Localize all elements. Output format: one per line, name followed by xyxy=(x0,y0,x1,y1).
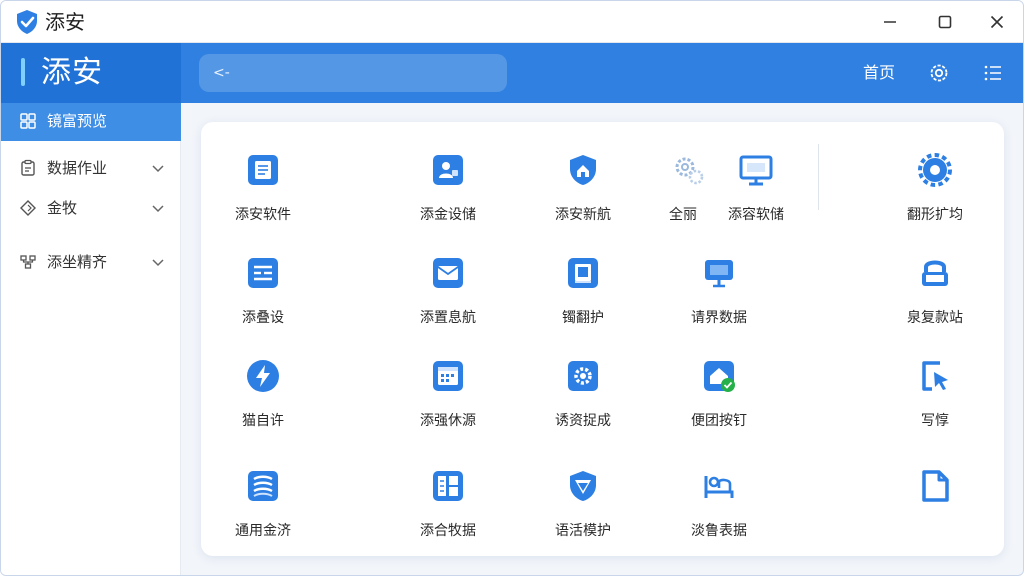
tile-label: 添金设储 xyxy=(420,207,476,223)
tile-label: 诱资捉成 xyxy=(555,413,611,429)
app-header: 添安 <- 首页 xyxy=(1,43,1023,103)
minimize-icon xyxy=(884,21,896,23)
tile-label: 添强休源 xyxy=(420,413,476,429)
settings-icon xyxy=(568,361,598,391)
file-icon xyxy=(922,470,949,502)
brand-name: 添安 xyxy=(41,55,103,90)
tile-app-general[interactable]: 通用金济 xyxy=(203,450,323,546)
sidebar-item-label: 数据作业 xyxy=(47,159,108,177)
sidebar-item-label: 添坐精齐 xyxy=(47,253,108,271)
sidebar: 镜富预览 数据作业 金牧 添坐精齐 xyxy=(1,103,181,575)
app-grid-panel: 添安软件 添金设储 添安新航 全丽 添容软储 翻形扩均 添叠设 添置息航 镯翻护… xyxy=(201,122,1004,556)
close-button[interactable] xyxy=(982,7,1012,37)
diamond-icon xyxy=(20,200,36,216)
gear-icon xyxy=(918,153,952,187)
tile-app-expand[interactable]: 翻形扩均 xyxy=(875,134,995,230)
tile-label: 添安新航 xyxy=(555,207,611,223)
tile-label: 泉复款站 xyxy=(907,310,963,326)
table-icon xyxy=(433,471,463,501)
tile-app-report[interactable]: 淡鲁表据 xyxy=(659,450,779,546)
sidebar-item-gold[interactable]: 金牧 xyxy=(1,190,181,226)
lock-icon xyxy=(922,260,948,286)
tile-app-view-data[interactable]: 请界数据 xyxy=(659,237,779,333)
tile-label: 语活模护 xyxy=(555,523,611,539)
shield-down-icon xyxy=(570,471,596,501)
clipboard-icon xyxy=(21,159,35,176)
tile-app-guard[interactable]: 语活模护 xyxy=(523,450,643,546)
sidebar-item-data-jobs[interactable]: 数据作业 xyxy=(1,150,181,186)
tile-label: 淡鲁表据 xyxy=(691,523,747,539)
home-check-icon xyxy=(704,361,735,392)
book-icon xyxy=(568,258,598,288)
tile-app-storage[interactable]: 添容软储 xyxy=(696,134,816,230)
mail-icon xyxy=(433,258,463,288)
tile-label: 添安软件 xyxy=(235,207,291,223)
tile-app-file[interactable] xyxy=(875,450,995,546)
tile-app-write[interactable]: 写惇 xyxy=(875,340,995,436)
lightning-icon xyxy=(247,360,279,392)
sidebar-item-structure[interactable]: 添坐精齐 xyxy=(1,244,181,280)
calendar-icon xyxy=(433,361,463,391)
tile-app-quick[interactable]: 猫自许 xyxy=(203,340,323,436)
window-title: 添安 xyxy=(45,10,85,34)
shield-home-icon xyxy=(570,155,596,185)
brand-accent-bar xyxy=(21,58,25,86)
tile-label: 添合牧据 xyxy=(420,523,476,539)
tile-app-devices[interactable]: 添金设储 xyxy=(388,134,508,230)
user-card-icon xyxy=(433,155,463,185)
app-window: 添安 添安 <- 首页 镜富预览 数据作业 金牧 添坐精齐 添安软件 添金设储 … xyxy=(0,0,1024,576)
tile-app-navigation[interactable]: 添安新航 xyxy=(523,134,643,230)
tile-label: 猫自许 xyxy=(242,413,284,429)
divider xyxy=(818,144,819,210)
sidebar-item-label: 镜富预览 xyxy=(47,112,108,130)
structure-icon xyxy=(20,255,36,269)
list-icon xyxy=(248,258,278,288)
tile-app-software[interactable]: 添安软件 xyxy=(203,134,323,230)
title-bar: 添安 xyxy=(1,1,1023,43)
tile-label: 添容软储 xyxy=(728,207,784,223)
tile-app-messages[interactable]: 添置息航 xyxy=(388,237,508,333)
tile-label: 翻形扩均 xyxy=(907,207,963,223)
settings-gear-icon[interactable] xyxy=(926,60,952,86)
sidebar-item-label: 金牧 xyxy=(47,199,78,217)
tile-label: 添叠设 xyxy=(242,310,284,326)
chevron-down-icon xyxy=(152,205,164,213)
tile-label: 请界数据 xyxy=(691,310,747,326)
tile-label: 便团按钉 xyxy=(691,413,747,429)
cursor-icon xyxy=(922,361,948,391)
maximize-button[interactable] xyxy=(930,7,960,37)
tile-app-protect[interactable]: 镯翻护 xyxy=(523,237,643,333)
tile-app-combine[interactable]: 添合牧据 xyxy=(388,450,508,546)
chevron-down-icon xyxy=(152,259,164,267)
sidebar-item-overview[interactable]: 镜富预览 xyxy=(1,103,181,141)
tile-label: 通用金济 xyxy=(235,523,291,539)
menu-list-icon[interactable] xyxy=(980,60,1006,86)
chevron-down-icon xyxy=(152,165,164,173)
shield-check-logo-icon xyxy=(17,10,37,34)
tile-app-config[interactable]: 诱资捉成 xyxy=(523,340,643,436)
document-icon xyxy=(248,155,278,185)
tile-app-resources[interactable]: 添强休源 xyxy=(388,340,508,436)
display-icon xyxy=(705,260,733,288)
tile-app-backup[interactable]: 添叠设 xyxy=(203,237,323,333)
tile-app-group[interactable]: 便团按钉 xyxy=(659,340,779,436)
minimize-button[interactable] xyxy=(875,7,905,37)
tile-label: 写惇 xyxy=(921,413,949,429)
maximize-icon xyxy=(938,15,952,29)
brand-area: 添安 xyxy=(1,43,181,103)
grid-icon xyxy=(20,113,36,129)
tile-label: 添置息航 xyxy=(420,310,476,326)
back-arrow-icon[interactable]: <- xyxy=(213,64,230,82)
database-icon xyxy=(248,471,278,501)
tile-app-restore[interactable]: 泉复款站 xyxy=(875,237,995,333)
home-link[interactable]: 首页 xyxy=(863,62,895,84)
tile-label: 镯翻护 xyxy=(562,310,604,326)
monitor-icon xyxy=(739,155,773,186)
search-bar[interactable]: <- xyxy=(199,54,507,92)
person-bed-icon xyxy=(704,476,734,498)
close-icon xyxy=(990,15,1004,29)
